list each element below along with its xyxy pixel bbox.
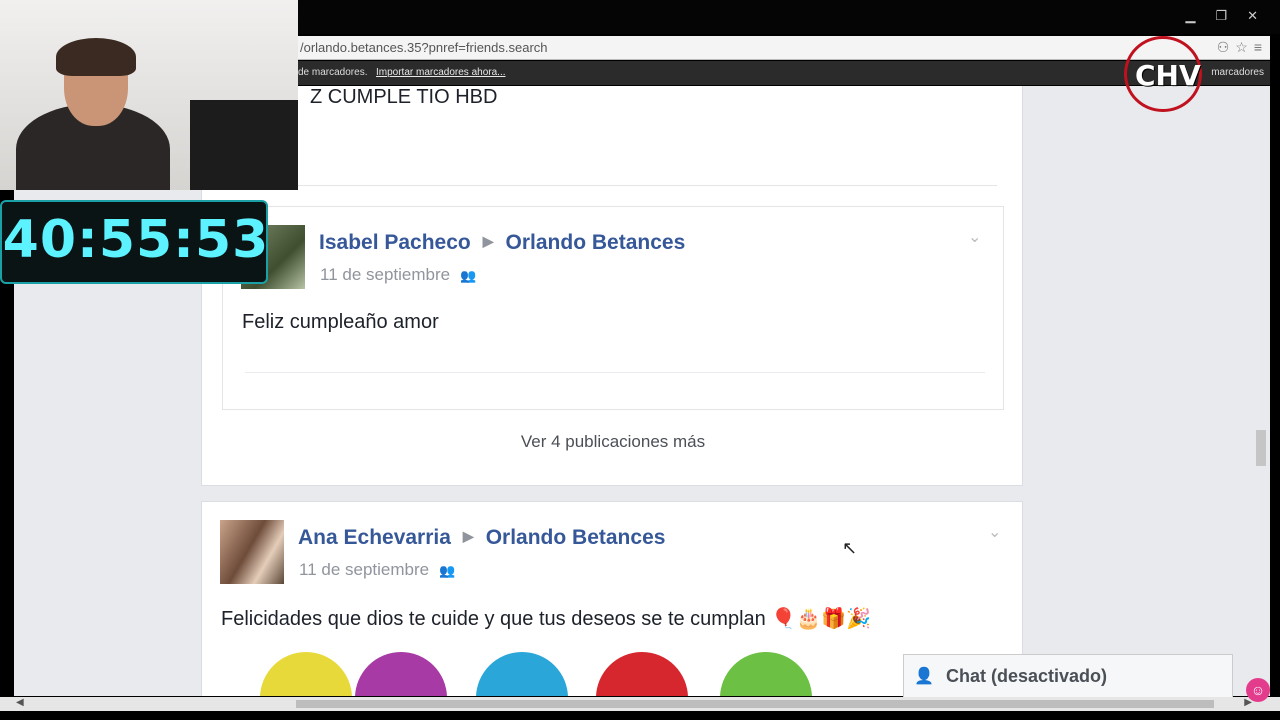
chevron-down-icon[interactable]: ⌄ [988, 522, 1001, 542]
webcam-overlay [0, 0, 298, 190]
arrow-right-icon: ▶ [482, 233, 494, 249]
horizontal-scrollbar[interactable]: ◀ ▶ [0, 697, 1280, 711]
stream-timer: 40:55:53 [0, 200, 268, 284]
post-text: Feliz cumpleaño amor [242, 311, 439, 333]
chat-label: Chat (desactivado) [946, 666, 1108, 686]
vertical-scrollbar-thumb[interactable] [1256, 430, 1266, 466]
url-text[interactable]: /orlando.betances.35?pnref=friends.searc… [300, 40, 548, 55]
post-date[interactable]: 11 de septiembre [299, 560, 429, 579]
author-link[interactable]: Ana Echevarria [298, 526, 451, 549]
window-controls: ▁ ❐ ✕ [1185, 8, 1258, 24]
balloons-image[interactable] [220, 650, 940, 696]
bookmark-star-icon[interactable]: ☆ [1235, 39, 1248, 56]
wall-post: Isabel Pacheco ▶ Orlando Betances 11 de se… [222, 206, 1004, 410]
arrow-right-icon: ▶ [462, 528, 474, 544]
timer-value: 40:55:53 [2, 210, 270, 270]
post-text: Felicidades que dios te cuide y que tus … [221, 608, 871, 630]
see-more-posts-link[interactable]: Ver 4 publicaciones más [202, 432, 1024, 452]
balloon [720, 652, 812, 696]
chevron-down-icon[interactable]: ⌄ [968, 227, 981, 247]
corner-badge-icon: ☺ [1246, 678, 1270, 702]
post-header: Isabel Pacheco ▶ Orlando Betances [319, 231, 685, 255]
menu-icon[interactable]: ≡ [1254, 39, 1262, 56]
feed-card: Z CUMPLE TIO HBD Isabel Pacheco ▶ Orlando … [201, 86, 1023, 486]
target-link[interactable]: Orlando Betances [506, 231, 686, 254]
wall-post: Ana Echevarria ▶ Orlando Betances 11 de se… [201, 501, 1023, 696]
other-bookmarks[interactable]: marcadores [1211, 67, 1264, 78]
author-link[interactable]: Isabel Pacheco [319, 231, 471, 254]
balloon [596, 652, 688, 696]
restore-icon[interactable]: ❐ [1215, 8, 1227, 24]
post-date[interactable]: 11 de septiembre [320, 265, 450, 284]
target-link[interactable]: Orlando Betances [486, 526, 666, 549]
divider [245, 372, 985, 373]
reader-icon[interactable]: ⚇ [1217, 39, 1230, 56]
minimize-icon[interactable]: ▁ [1185, 8, 1195, 24]
avatar[interactable] [220, 520, 284, 584]
balloon [355, 652, 447, 696]
partial-post: Z CUMPLE TIO HBD [202, 86, 997, 186]
address-bar[interactable]: /orlando.betances.35?pnref=friends.searc… [298, 36, 1270, 60]
background-desk [190, 100, 298, 190]
bookmarks-label: de marcadores. [298, 67, 368, 78]
friends-icon[interactable]: 👥 [460, 268, 476, 283]
scroll-left-icon[interactable]: ◀ [16, 697, 24, 708]
logo-text: CHV [1135, 59, 1201, 92]
chat-bar[interactable]: 👤 Chat (desactivado) [903, 654, 1233, 698]
post-meta: 11 de septiembre 👥 [320, 265, 476, 285]
horizontal-scrollbar-thumb[interactable] [296, 700, 1214, 708]
balloon [476, 652, 568, 696]
friends-icon[interactable]: 👥 [439, 563, 455, 578]
post-meta: 11 de septiembre 👥 [299, 560, 455, 580]
balloon [260, 652, 352, 696]
close-icon[interactable]: ✕ [1247, 8, 1258, 24]
chat-user-icon: 👤 [914, 668, 934, 685]
mouse-cursor-icon: ↖ [842, 538, 858, 558]
partial-post-text: Z CUMPLE TIO HBD [310, 86, 498, 108]
streamer-hair [56, 38, 136, 76]
post-header: Ana Echevarria ▶ Orlando Betances [298, 526, 665, 550]
chv-logo: CHV [1124, 36, 1202, 112]
import-bookmarks-link[interactable]: Importar marcadores ahora... [376, 67, 506, 78]
